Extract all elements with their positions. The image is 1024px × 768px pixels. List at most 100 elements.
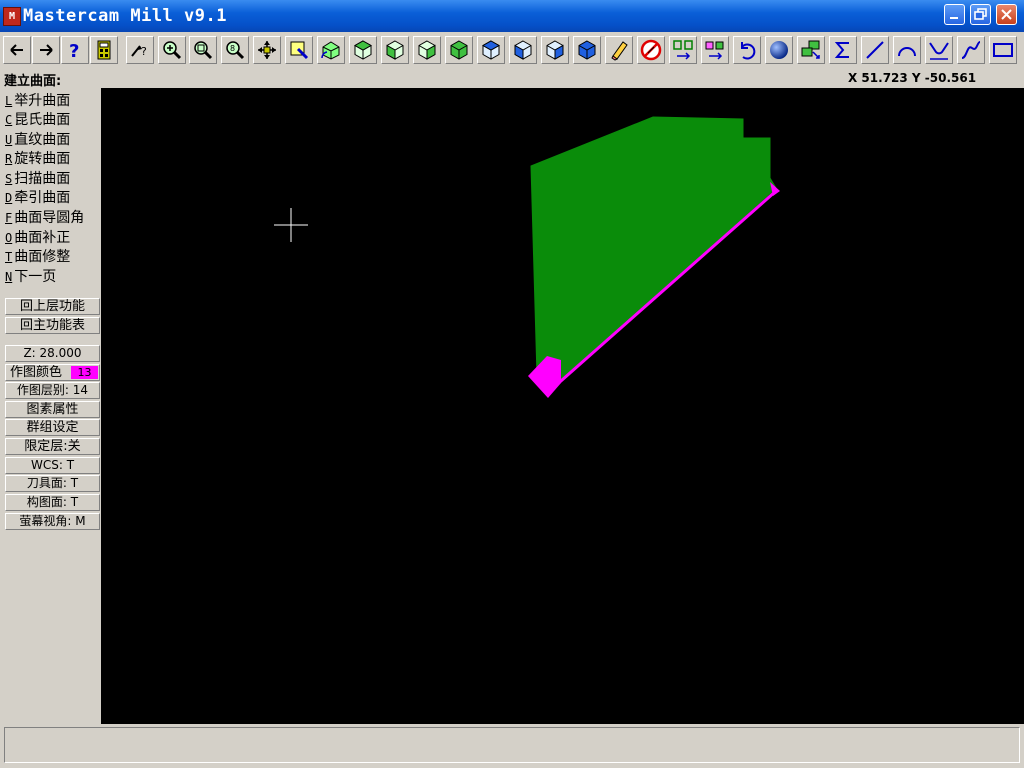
menu-item-ruled[interactable]: U 直纹曲面 xyxy=(5,129,101,147)
color-button[interactable]: 作图颜色 13 xyxy=(5,364,100,381)
fillet-button[interactable] xyxy=(925,36,953,64)
main-menu-button[interactable]: 回主功能表 xyxy=(5,317,100,334)
bottom-prompt-area xyxy=(0,724,1024,768)
cube-tplane-icon xyxy=(578,40,596,60)
zoom-fit-button[interactable]: 8 xyxy=(221,36,249,64)
spline-button[interactable] xyxy=(957,36,985,64)
tplane-button[interactable]: 刀具面: T xyxy=(5,475,100,492)
analyze-button[interactable]: ? xyxy=(126,36,154,64)
menu-hotkey: T xyxy=(5,250,13,264)
attributes-button[interactable]: 图素属性 xyxy=(5,401,100,418)
arc-button[interactable] xyxy=(893,36,921,64)
menu-item-coons[interactable]: C 昆氏曲面 xyxy=(5,109,101,127)
zoom-unzoom-icon xyxy=(194,41,213,60)
fillet-icon xyxy=(929,42,949,60)
select-button[interactable] xyxy=(285,36,313,64)
close-button[interactable] xyxy=(996,4,1017,25)
back-button[interactable] xyxy=(3,36,31,64)
menu-item-label: 下一页 xyxy=(14,269,57,284)
main-menu-panel: L 举升曲面 C 昆氏曲面 U 直纹曲面 R 旋转曲面 S 扫描曲面 D 牵引曲面 F 曲面导… xyxy=(0,88,102,724)
side-view-button[interactable] xyxy=(413,36,441,64)
cplane-button[interactable]: 构图面: T xyxy=(5,494,100,511)
menu-item-label: 举升曲面 xyxy=(14,93,71,108)
command-prompt-field[interactable] xyxy=(4,727,1020,763)
menu-hotkey: S xyxy=(5,172,13,186)
eraser-icon xyxy=(611,41,628,61)
mirror-icon xyxy=(705,41,724,60)
forward-button[interactable] xyxy=(32,36,60,64)
menu-item-label: 牵引曲面 xyxy=(14,190,71,205)
menu-item-revolve[interactable]: R 旋转曲面 xyxy=(5,148,101,166)
cplane-view-button[interactable] xyxy=(477,36,505,64)
wcs-button[interactable]: WCS: T xyxy=(5,457,100,474)
menu-hotkey: D xyxy=(5,191,13,205)
unzoom-button[interactable] xyxy=(189,36,217,64)
menu-hotkey: O xyxy=(5,231,13,245)
wcs-view-button[interactable] xyxy=(541,36,569,64)
maximize-button[interactable] xyxy=(970,4,991,25)
window-title: Mastercam Mill v9.1 xyxy=(23,6,227,26)
menu-item-loft[interactable]: L 举升曲面 xyxy=(5,90,101,108)
menu-item-label: 昆氏曲面 xyxy=(14,112,71,127)
minimize-button[interactable] xyxy=(944,4,965,25)
delete-button[interactable] xyxy=(637,36,665,64)
mirror-button[interactable] xyxy=(701,36,729,64)
menu-item-fillet[interactable]: F 曲面导圆角 xyxy=(5,207,101,225)
menu-item-draft[interactable]: D 牵引曲面 xyxy=(5,187,101,205)
mask-button[interactable]: 限定层:关 xyxy=(5,438,100,455)
menu-item-sweep[interactable]: S 扫描曲面 xyxy=(5,168,101,186)
calculator-button[interactable] xyxy=(90,36,118,64)
top-view-button[interactable] xyxy=(349,36,377,64)
gview-button[interactable] xyxy=(509,36,537,64)
color-label: 作图颜色 xyxy=(10,365,63,380)
pan-icon xyxy=(258,41,276,59)
transform-icon xyxy=(673,40,693,60)
help-button[interactable]: ? xyxy=(61,36,89,64)
menu-item-trim[interactable]: T 曲面修整 xyxy=(5,246,101,264)
cube-side-icon xyxy=(418,40,436,60)
tplane-view-button[interactable] xyxy=(573,36,601,64)
back-menu-button[interactable]: 回上层功能 xyxy=(5,298,100,315)
pan-button[interactable] xyxy=(253,36,281,64)
undo-button[interactable] xyxy=(733,36,761,64)
app-icon-label: M xyxy=(8,11,16,22)
zoom-window-icon xyxy=(163,41,182,60)
z-depth-button[interactable]: Z: 28.000 xyxy=(5,345,100,362)
menu-item-label: 曲面修整 xyxy=(14,249,71,264)
color-swatch: 13 xyxy=(71,366,98,379)
rectangle-button[interactable] xyxy=(989,36,1017,64)
no-delete-icon xyxy=(640,39,662,61)
spline-icon xyxy=(961,41,981,59)
iso-view-button[interactable] xyxy=(445,36,473,64)
menu-hotkey: N xyxy=(5,270,13,284)
front-view-button[interactable] xyxy=(381,36,409,64)
rotate-view-icon xyxy=(321,41,340,60)
group-button[interactable]: 群组设定 xyxy=(5,419,100,436)
sphere-shade-icon xyxy=(770,41,788,59)
sum-button[interactable] xyxy=(829,36,857,64)
cursor-coordinates: X 51.723 Y -50.561 xyxy=(848,71,977,85)
toolbar: ? ? 8 xyxy=(0,32,1024,68)
cube-view-icon xyxy=(514,40,532,60)
select-icon xyxy=(290,41,309,60)
gview-button[interactable]: 萤幕视角: M xyxy=(5,513,100,530)
menu-item-label: 曲面导圆角 xyxy=(14,210,85,225)
magenta-edge-bottom xyxy=(528,356,561,398)
line-button[interactable] xyxy=(861,36,889,64)
cube-iso-icon xyxy=(450,40,468,60)
layer-setting-button[interactable]: 作图层别: 14 xyxy=(5,382,100,399)
layer-button[interactable] xyxy=(797,36,825,64)
menu-item-offset[interactable]: O 曲面补正 xyxy=(5,227,101,245)
svg-text:?: ? xyxy=(141,45,147,58)
prompt-bar: 建立曲面: X 51.723 Y -50.561 xyxy=(0,68,1024,89)
restore-icon xyxy=(974,8,987,20)
app-icon[interactable]: M xyxy=(3,7,21,26)
zoom-window-button[interactable] xyxy=(158,36,186,64)
rotate-view-button[interactable] xyxy=(317,36,345,64)
shade-button[interactable] xyxy=(765,36,793,64)
transform-button[interactable] xyxy=(669,36,697,64)
eraser-button[interactable] xyxy=(605,36,633,64)
graphics-viewport[interactable] xyxy=(101,88,1024,724)
menu-item-next-page[interactable]: N 下一页 xyxy=(5,266,101,284)
help-icon: ? xyxy=(69,41,79,62)
